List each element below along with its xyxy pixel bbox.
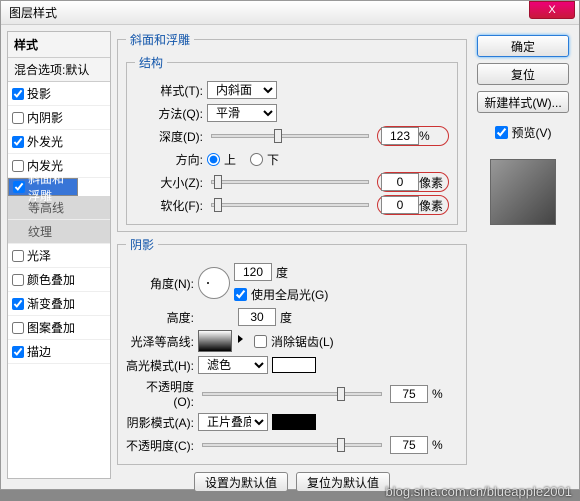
size-label: 大小(Z): (135, 174, 203, 191)
style-item-描边[interactable]: 描边 (8, 340, 110, 364)
reset-default-button[interactable]: 复位为默认值 (296, 472, 390, 492)
blend-options[interactable]: 混合选项:默认 (8, 58, 110, 82)
hi-opacity-label: 不透明度(O): (126, 378, 194, 409)
style-item-纹理[interactable]: 纹理 (8, 220, 110, 244)
style-item-光泽[interactable]: 光泽 (8, 244, 110, 268)
antialias-checkbox[interactable] (254, 335, 267, 348)
style-item-label: 图案叠加 (27, 319, 75, 336)
hi-opacity-slider[interactable] (202, 392, 382, 396)
size-input[interactable] (381, 173, 419, 191)
style-item-外发光[interactable]: 外发光 (8, 130, 110, 154)
style-checkbox[interactable] (12, 136, 24, 148)
gloss-label: 光泽等高线: (126, 333, 194, 350)
hi-mode-select[interactable]: 滤色 (198, 356, 268, 374)
structure-group: 结构 样式(T): 内斜面 方法(Q): 平滑 深度(D): % (126, 54, 458, 225)
angle-label: 角度(N): (126, 275, 194, 292)
soften-input[interactable] (381, 196, 419, 214)
style-item-label: 渐变叠加 (27, 295, 75, 312)
style-checkbox[interactable] (12, 112, 24, 124)
titlebar[interactable]: 图层样式 X (1, 1, 579, 25)
style-item-label: 等高线 (28, 199, 64, 216)
settings-panel: 斜面和浮雕 结构 样式(T): 内斜面 方法(Q): 平滑 深度(D): % (117, 31, 467, 479)
antialias-label: 消除锯齿(L) (271, 333, 334, 350)
soften-label: 软化(F): (135, 197, 203, 214)
style-header: 样式 (8, 32, 110, 58)
style-checkbox[interactable] (12, 274, 24, 286)
style-item-内阴影[interactable]: 内阴影 (8, 106, 110, 130)
style-item-label: 外发光 (27, 133, 63, 150)
style-checkbox[interactable] (12, 346, 24, 358)
size-slider[interactable] (211, 180, 369, 184)
sh-mode-label: 阴影模式(A): (126, 414, 194, 431)
altitude-input[interactable] (238, 308, 276, 326)
style-item-label: 颜色叠加 (27, 271, 75, 288)
angle-input[interactable] (234, 263, 272, 281)
hi-opacity-input[interactable] (390, 385, 428, 403)
depth-label: 深度(D): (135, 128, 203, 145)
global-light-checkbox[interactable] (234, 288, 247, 301)
preview-checkbox[interactable] (495, 126, 508, 139)
technique-select[interactable]: 平滑 (207, 104, 277, 122)
global-light-label: 使用全局光(G) (251, 286, 328, 303)
altitude-label: 高度: (126, 309, 194, 326)
new-style-button[interactable]: 新建样式(W)... (477, 91, 569, 113)
set-default-button[interactable]: 设置为默认值 (194, 472, 288, 492)
style-item-渐变叠加[interactable]: 渐变叠加 (8, 292, 110, 316)
style-checkbox[interactable] (12, 298, 24, 310)
hi-color-swatch[interactable] (272, 357, 316, 373)
style-item-label: 纹理 (28, 223, 52, 240)
sh-color-swatch[interactable] (272, 414, 316, 430)
bevel-legend: 斜面和浮雕 (126, 31, 194, 48)
style-checkbox[interactable] (12, 88, 24, 100)
style-label: 样式(T): (135, 82, 203, 99)
direction-up-radio[interactable] (207, 153, 220, 166)
depth-slider[interactable] (211, 134, 369, 138)
ok-button[interactable]: 确定 (477, 35, 569, 57)
style-checkbox[interactable] (12, 160, 24, 172)
window-title: 图层样式 (9, 4, 57, 21)
soften-slider[interactable] (211, 203, 369, 207)
style-item-颜色叠加[interactable]: 颜色叠加 (8, 268, 110, 292)
style-item-投影[interactable]: 投影 (8, 82, 110, 106)
depth-input[interactable] (381, 127, 419, 145)
style-select[interactable]: 内斜面 (207, 81, 277, 99)
direction-down-radio[interactable] (250, 153, 263, 166)
style-item-等高线[interactable]: 等高线 (8, 196, 110, 220)
style-checkbox[interactable] (12, 250, 24, 262)
style-checkbox[interactable] (13, 181, 25, 193)
preview-swatch (490, 159, 556, 225)
sh-opacity-label: 不透明度(C): (126, 437, 194, 454)
style-item-图案叠加[interactable]: 图案叠加 (8, 316, 110, 340)
style-list: 样式 混合选项:默认 投影内阴影外发光内发光斜面和浮雕等高线纹理光泽颜色叠加渐变… (7, 31, 111, 479)
sh-opacity-slider[interactable] (202, 443, 382, 447)
style-item-斜面和浮雕[interactable]: 斜面和浮雕 (8, 178, 78, 196)
cancel-button[interactable]: 复位 (477, 63, 569, 85)
preview-label: 预览(V) (512, 124, 552, 141)
sh-opacity-input[interactable] (390, 436, 428, 454)
structure-legend: 结构 (135, 54, 167, 71)
style-item-label: 光泽 (27, 247, 51, 264)
sh-mode-select[interactable]: 正片叠底 (198, 413, 268, 431)
close-button[interactable]: X (529, 1, 575, 19)
bevel-group: 斜面和浮雕 结构 样式(T): 内斜面 方法(Q): 平滑 深度(D): % (117, 31, 467, 232)
technique-label: 方法(Q): (135, 105, 203, 122)
style-checkbox[interactable] (12, 322, 24, 334)
style-item-label: 投影 (27, 85, 51, 102)
shadow-group: 阴影 角度(N): 度 使用全局光(G) (117, 236, 467, 465)
direction-label: 方向: (135, 151, 203, 168)
gloss-contour-picker[interactable] (198, 330, 232, 352)
action-panel: 确定 复位 新建样式(W)... 预览(V) (473, 31, 573, 479)
angle-dial[interactable] (198, 267, 230, 299)
style-item-label: 描边 (27, 343, 51, 360)
hi-mode-label: 高光模式(H): (126, 357, 194, 374)
shadow-legend: 阴影 (126, 236, 158, 253)
layer-style-dialog: 图层样式 X 样式 混合选项:默认 投影内阴影外发光内发光斜面和浮雕等高线纹理光… (0, 0, 580, 490)
watermark: blog.sina.com.cn/blueapple2001 (386, 484, 572, 499)
style-item-label: 内阴影 (27, 109, 63, 126)
